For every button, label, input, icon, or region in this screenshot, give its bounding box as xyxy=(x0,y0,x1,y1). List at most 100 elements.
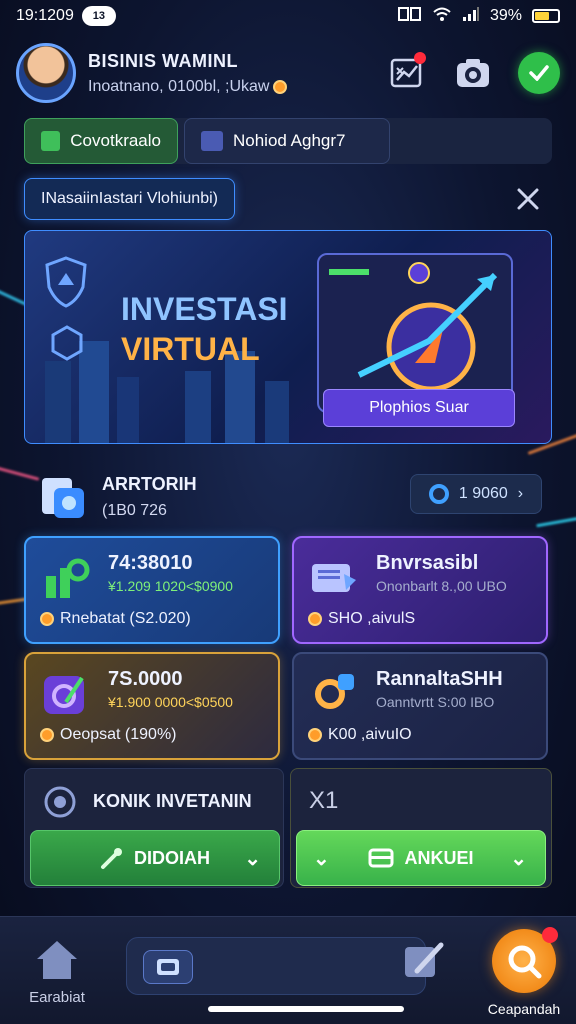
nav-fab-label: Ceapandah xyxy=(487,1001,561,1017)
coin-icon xyxy=(273,79,288,94)
banner-title: INVESTASI VIRTUAL xyxy=(121,289,288,369)
profile-info: BISINIS WAMINL Inoatnano, 0100bl, ;Ukaw xyxy=(88,50,288,96)
card-title: RannaltaSHH xyxy=(376,668,503,690)
card-icon xyxy=(368,848,394,868)
portfolio-balance-label: 1 9060 xyxy=(458,485,508,502)
home-icon xyxy=(37,941,77,979)
card-footer-text: K00 ,aivuIO xyxy=(328,726,412,743)
card-subtitle: ¥1.209 1020<$0900 xyxy=(108,578,233,594)
battery-percent: 39% xyxy=(489,7,522,24)
card-footer-text: Rnebatat (S2.020) xyxy=(60,610,191,627)
nav-center-bar[interactable] xyxy=(126,937,426,995)
didoiah-button[interactable]: DIDOIAH ⌄ xyxy=(30,830,280,886)
profile-name: BISINIS WAMINL xyxy=(88,50,238,71)
folder-icon xyxy=(312,564,356,592)
card-footer-text: Oeopsat (190%) xyxy=(60,726,177,743)
card-subtitle: ¥1.900 0000<$0500 xyxy=(108,694,233,710)
chevron-down-icon: ⌄ xyxy=(244,847,261,870)
tab-bar: Covotkraalo Nohiod Aghgr7 xyxy=(24,118,552,164)
nav-home-label: Earabiat xyxy=(29,989,85,1006)
profile-subtitle: Inoatnano, 0100bl, ;Ukaw xyxy=(88,77,288,96)
close-button[interactable] xyxy=(508,182,548,216)
portfolio-document-icon xyxy=(42,478,84,518)
card-subtitle: Oanntvrtt S:00 IBO xyxy=(376,694,495,710)
search-action-icon xyxy=(508,945,542,979)
notification-badge xyxy=(414,52,426,64)
promo-banner[interactable]: INVESTASI VIRTUAL Plophios Suar xyxy=(24,230,552,444)
close-icon xyxy=(517,188,539,210)
notice-text: INasaiinIastari Vlohiunbi) xyxy=(41,190,218,207)
notification-button[interactable] xyxy=(386,52,428,94)
nav-wallet-button[interactable] xyxy=(143,950,193,984)
wand-icon xyxy=(101,848,122,869)
investment-card[interactable]: 7S.0000 ¥1.900 0000<$0500 Oeopsat (190%) xyxy=(24,652,280,760)
card-footer: K00 ,aivuIO xyxy=(308,726,412,744)
signal-icon xyxy=(462,6,480,27)
camera-icon xyxy=(457,59,489,87)
card-title: 74:38010 xyxy=(108,552,193,574)
card-footer: Oeopsat (190%) xyxy=(40,726,177,744)
edit-chart-icon xyxy=(405,942,444,977)
fab-button[interactable] xyxy=(492,927,558,993)
fab-badge xyxy=(542,927,558,943)
battery-icon xyxy=(532,9,560,23)
status-bar: 19:1209 13 39% xyxy=(0,0,576,32)
portfolio-balance-button[interactable]: 1 9060 › xyxy=(410,474,542,514)
ankuei-label: ANKUEI xyxy=(404,847,474,868)
banner-title-line2: VIRTUAL xyxy=(121,331,260,367)
tab-label: Nohiod Aghgr7 xyxy=(233,131,346,150)
avatar[interactable] xyxy=(16,43,76,103)
chevron-right-icon: › xyxy=(517,485,524,502)
tab-active[interactable]: Covotkraalo xyxy=(24,118,178,164)
sim-icon xyxy=(397,6,422,27)
card-title: 7S.0000 xyxy=(108,668,183,690)
tab-inactive[interactable]: Nohiod Aghgr7 xyxy=(184,118,390,164)
chevron-down-icon: ⌄ xyxy=(510,847,527,870)
home-indicator[interactable] xyxy=(208,1006,404,1012)
panel-title: KONIK INVETANIN xyxy=(93,791,252,811)
portfolio-title: ARRTORIH xyxy=(102,474,197,494)
ankuei-button[interactable]: ⌄ ANKUEI ⌄ xyxy=(296,830,546,886)
coin-icon xyxy=(308,612,322,626)
nav-fab[interactable]: Ceapandah xyxy=(476,927,572,1017)
status-time: 19:1209 xyxy=(16,7,74,24)
card-footer-text: SHO ,aivulS xyxy=(328,610,416,627)
header-actions xyxy=(386,52,560,94)
tab-label: Covotkraalo xyxy=(70,131,161,150)
wifi-icon xyxy=(432,6,452,27)
banner-title-line1: INVESTASI xyxy=(121,291,288,327)
coin-icon xyxy=(308,728,322,742)
coin-icon xyxy=(40,612,54,626)
target-icon xyxy=(44,786,76,818)
card-subtitle: Ononbarlt 8.,00 UBO xyxy=(376,578,507,594)
card-footer: SHO ,aivulS xyxy=(308,610,415,628)
growth-orb-icon xyxy=(44,676,84,714)
didoiah-label: DIDOIAH xyxy=(134,847,210,868)
investment-card[interactable]: Bnvrsasibl Ononbarlt 8.,00 UBO SHO ,aivu… xyxy=(292,536,548,644)
refresh-icon xyxy=(428,484,449,504)
verified-button[interactable] xyxy=(518,52,560,94)
notice-chip[interactable]: INasaiinIastari Vlohiunbi) xyxy=(24,178,235,220)
wallet-icon xyxy=(157,959,179,975)
investment-card[interactable]: 74:38010 ¥1.209 1020<$0900 Rnebatat (S2.… xyxy=(24,536,280,644)
camera-button[interactable] xyxy=(452,52,494,94)
coin-icon xyxy=(40,728,54,742)
card-title: Bnvrsasibl xyxy=(376,552,479,574)
banner-button[interactable]: Plophios Suar xyxy=(323,389,515,427)
chevron-down-icon: ⌄ xyxy=(313,847,330,870)
check-box-icon xyxy=(41,131,61,151)
multiplier-label: X1 xyxy=(309,787,339,814)
window-icon xyxy=(201,131,223,151)
portfolio-row: ARRTORIH (1B0 726 1 9060 › xyxy=(24,462,552,526)
magnifier-icon xyxy=(315,674,354,709)
card-footer: Rnebatat (S2.020) xyxy=(40,610,191,628)
checkmark-icon xyxy=(529,65,549,81)
investment-card[interactable]: RannaltaSHH Oanntvrtt S:00 IBO K00 ,aivu… xyxy=(292,652,548,760)
profile-sub-text: Inoatnano, 0100bl, ;Ukaw xyxy=(88,77,270,95)
status-pill: 13 xyxy=(81,6,116,26)
nav-home[interactable]: Earabiat xyxy=(22,939,92,1006)
nav-write[interactable] xyxy=(400,941,450,981)
portfolio-value: (1B0 726 xyxy=(102,502,167,519)
hexagon-icon xyxy=(51,325,83,361)
shield-icon xyxy=(45,256,87,308)
